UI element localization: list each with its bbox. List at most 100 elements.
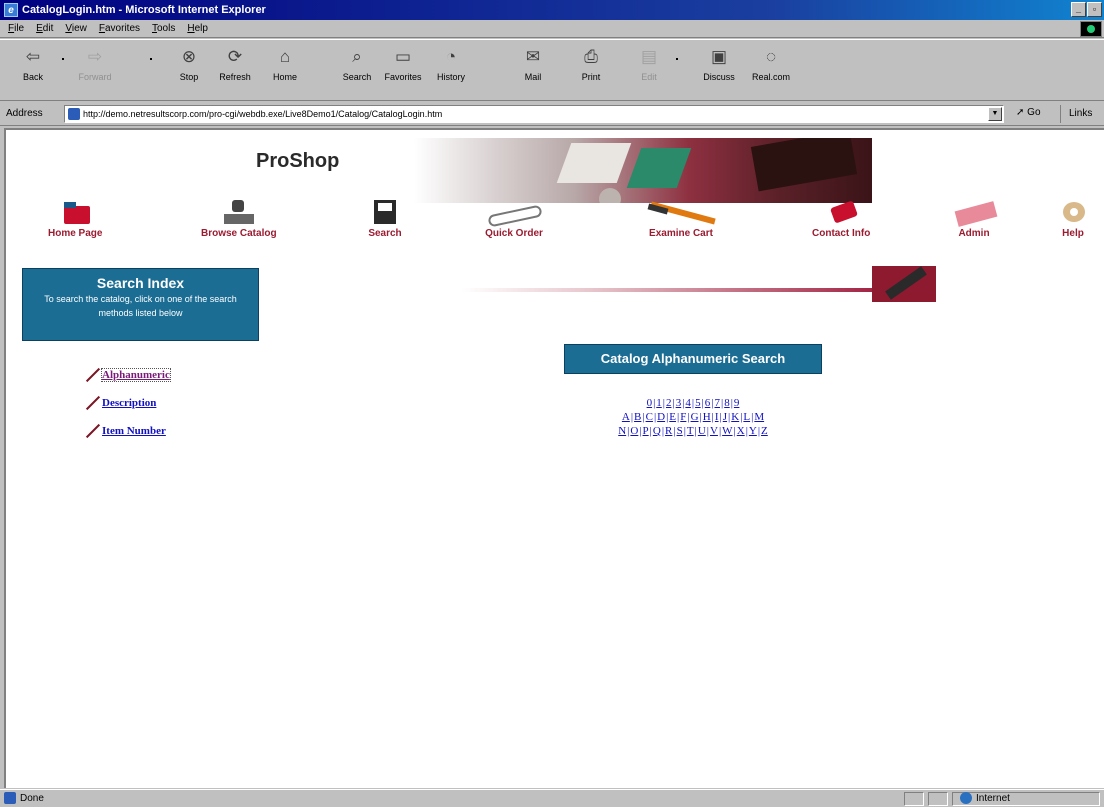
- maximize-button[interactable]: ▫: [1087, 2, 1102, 17]
- nav-quick-order[interactable]: Quick Order: [484, 200, 544, 239]
- alpha-link-b[interactable]: B: [634, 411, 641, 423]
- alpha-link-0[interactable]: 0: [647, 397, 653, 409]
- eraser-icon: [952, 200, 998, 227]
- standard-toolbar: ⇦ Back ⇨ Forward ⊗ Stop ⟳ Refresh ⌂ Home…: [0, 39, 1104, 101]
- mail-button[interactable]: ✉ Mail: [510, 46, 556, 96]
- home-button[interactable]: ⌂ Home: [262, 46, 308, 96]
- alpha-link-k[interactable]: K: [731, 411, 739, 423]
- menu-help[interactable]: Help: [187, 23, 208, 34]
- alpha-link-s[interactable]: S: [677, 425, 683, 437]
- link-separator: |: [639, 425, 642, 437]
- menu-file[interactable]: File: [8, 23, 24, 34]
- search-button[interactable]: ⌕ Search: [334, 46, 380, 96]
- windows-logo-icon: [1080, 21, 1102, 37]
- link-separator: |: [653, 411, 657, 423]
- link-separator: |: [691, 397, 695, 409]
- address-bar: Address http://demo.netresultscorp.com/p…: [0, 102, 1104, 126]
- search-index-title: Search Index: [96, 275, 185, 291]
- history-button[interactable]: ◔ History: [428, 46, 474, 96]
- alpha-link-y[interactable]: Y: [749, 425, 757, 437]
- alpha-link-t[interactable]: T: [687, 425, 694, 437]
- alpha-link-u[interactable]: U: [698, 425, 706, 437]
- nav-home-page[interactable]: Home Page: [48, 200, 102, 239]
- alpha-link-r[interactable]: R: [665, 425, 672, 437]
- search-method-alphanumeric[interactable]: Alphanumeric: [82, 366, 171, 384]
- window-controls: _ ▫: [1071, 2, 1102, 17]
- alphanumeric-link[interactable]: Alphanumeric: [101, 368, 171, 382]
- alpha-link-a[interactable]: A: [622, 411, 630, 423]
- alpha-link-h[interactable]: H: [703, 411, 711, 423]
- description-link[interactable]: Description: [102, 397, 156, 409]
- forward-arrow-icon: ⇨: [87, 47, 103, 66]
- forward-dropdown-icon[interactable]: [150, 58, 152, 60]
- menu-favorites[interactable]: Favorites: [99, 23, 140, 34]
- alpha-link-n[interactable]: N: [618, 425, 626, 437]
- search-method-description[interactable]: Description: [82, 394, 156, 412]
- alpha-link-5[interactable]: 5: [695, 397, 701, 409]
- link-separator: |: [701, 397, 704, 409]
- nav-browse-catalog[interactable]: Browse Catalog: [201, 200, 277, 239]
- address-dropdown-button[interactable]: ▼: [988, 107, 1002, 121]
- alpha-link-e[interactable]: E: [669, 411, 676, 423]
- address-input[interactable]: http://demo.netresultscorp.com/pro-cgi/w…: [64, 105, 1004, 123]
- alpha-link-2[interactable]: 2: [666, 397, 672, 409]
- alpha-link-f[interactable]: F: [680, 411, 686, 423]
- alpha-link-p[interactable]: P: [643, 425, 649, 437]
- alpha-link-x[interactable]: X: [737, 425, 745, 437]
- item-number-link[interactable]: Item Number: [102, 425, 166, 437]
- go-button[interactable]: ➚ Go: [1016, 107, 1041, 118]
- menu-edit[interactable]: Edit: [36, 23, 53, 34]
- minimize-button[interactable]: _: [1071, 2, 1086, 17]
- pen-icon: [82, 366, 100, 384]
- back-button[interactable]: ⇦ Back: [10, 46, 56, 96]
- alpha-link-q[interactable]: Q: [653, 425, 661, 437]
- alpha-link-1[interactable]: 1: [656, 397, 662, 409]
- nav-examine-cart[interactable]: Examine Cart: [646, 200, 716, 239]
- refresh-button[interactable]: ⟳ Refresh: [212, 46, 258, 96]
- alpha-link-3[interactable]: 3: [676, 397, 682, 409]
- nav-label: Search: [368, 228, 402, 239]
- alpha-link-j[interactable]: J: [723, 411, 727, 423]
- real-com-button[interactable]: ◌ Real.com: [748, 46, 794, 96]
- alpha-link-g[interactable]: G: [691, 411, 699, 423]
- back-dropdown-icon[interactable]: [62, 58, 64, 60]
- links-button[interactable]: Links: [1060, 105, 1092, 123]
- stop-button[interactable]: ⊗ Stop: [166, 46, 212, 96]
- alpha-link-7[interactable]: 7: [715, 397, 721, 409]
- nav-admin[interactable]: Admin: [952, 200, 998, 239]
- edit-dropdown-icon[interactable]: [676, 58, 678, 60]
- discuss-button[interactable]: ▣ Discuss: [696, 46, 742, 96]
- print-button[interactable]: ⎙ Print: [568, 46, 614, 96]
- edit-button[interactable]: ▤ Edit: [626, 46, 672, 96]
- nav-search[interactable]: Search: [368, 200, 402, 239]
- link-separator: |: [683, 425, 686, 437]
- alpha-link-v[interactable]: V: [710, 425, 718, 437]
- menu-view[interactable]: View: [65, 23, 87, 34]
- favorites-button[interactable]: ▭ Favorites: [380, 46, 426, 96]
- alpha-link-4[interactable]: 4: [685, 397, 691, 409]
- alpha-link-m[interactable]: M: [754, 411, 764, 423]
- forward-button[interactable]: ⇨ Forward: [72, 46, 118, 96]
- alpha-link-8[interactable]: 8: [724, 397, 730, 409]
- alpha-link-9[interactable]: 9: [734, 397, 740, 409]
- nav-help[interactable]: Help: [1060, 200, 1086, 239]
- nav-contact-info[interactable]: Contact Info: [812, 200, 870, 239]
- status-bar: Done Internet: [0, 789, 1104, 807]
- search-index-panel: Search Index To search the catalog, clic…: [22, 268, 259, 341]
- menu-tools[interactable]: Tools: [152, 23, 175, 34]
- go-label: Go: [1027, 107, 1041, 118]
- alpha-link-6[interactable]: 6: [705, 397, 711, 409]
- alpha-link-w[interactable]: W: [722, 425, 732, 437]
- search-method-item-number[interactable]: Item Number: [82, 422, 166, 440]
- mail-label: Mail: [524, 72, 542, 82]
- alpha-link-c[interactable]: C: [646, 411, 653, 423]
- status-panel: [928, 792, 948, 806]
- alpha-link-o[interactable]: O: [630, 425, 638, 437]
- link-separator: |: [653, 397, 656, 409]
- alpha-link-d[interactable]: D: [657, 411, 665, 423]
- alpha-link-l[interactable]: L: [743, 411, 750, 423]
- link-separator: |: [673, 425, 676, 437]
- alpha-link-i[interactable]: I: [715, 411, 719, 423]
- alpha-link-z[interactable]: Z: [761, 425, 768, 437]
- stop-label: Stop: [179, 72, 199, 82]
